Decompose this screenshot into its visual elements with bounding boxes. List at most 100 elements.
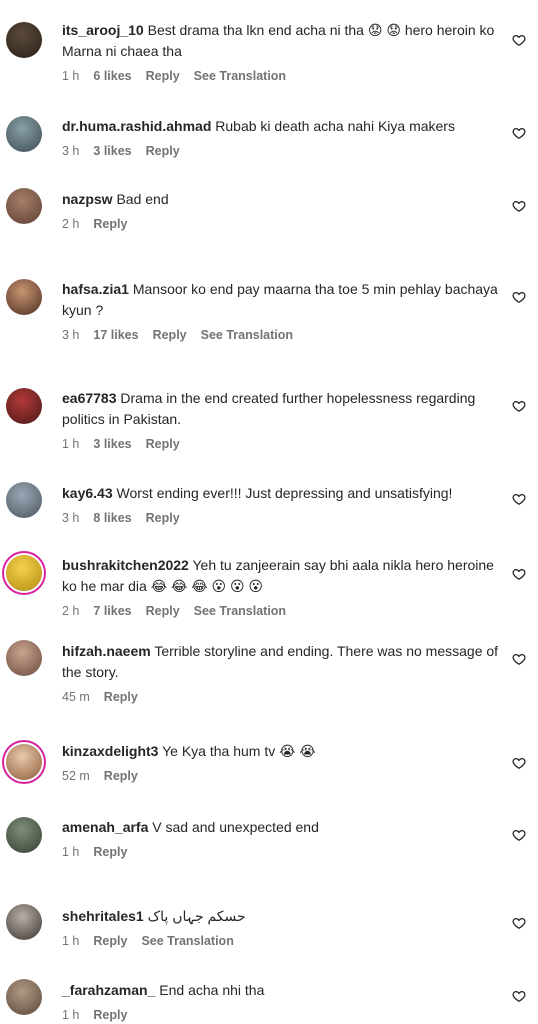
reply-button[interactable]: Reply [153,328,187,342]
comment-text: amenah_arfa V sad and unexpected end [62,817,502,838]
avatar[interactable] [6,979,42,1015]
avatar[interactable] [6,22,42,58]
reply-button[interactable]: Reply [104,690,138,704]
comment-message: Worst ending ever!!! Just depressing and… [116,485,453,501]
heart-icon[interactable] [512,199,526,213]
heart-icon[interactable] [512,290,526,304]
comment-time: 1 h [62,934,80,948]
comment-meta: 1 h Reply See Translation [62,933,502,949]
comment-username[interactable]: nazpsw [62,191,113,207]
comment-message: حسکم جہاں پاک [147,908,246,924]
comment-text: its_arooj_10 Best drama tha lkn end acha… [62,20,502,62]
comment-time: 1 h [62,69,80,83]
comment-username[interactable]: ea67783 [62,390,117,406]
heart-icon[interactable] [512,756,526,770]
avatar[interactable] [6,482,42,518]
comment-username[interactable]: its_arooj_10 [62,22,144,38]
comment-message: Ye Kya tha hum tv 😭 😭 [162,743,316,759]
heart-icon[interactable] [512,916,526,930]
comment-time: 3 h [62,144,80,158]
comment-message: Rubab ki death acha nahi Kiya makers [215,118,455,134]
comment-username[interactable]: dr.huma.rashid.ahmad [62,118,211,134]
heart-icon[interactable] [512,399,526,413]
avatar[interactable] [6,388,42,424]
comment-username[interactable]: _farahzaman_ [62,982,155,998]
see-translation-button[interactable]: See Translation [201,328,293,342]
comments-list: its_arooj_10 Best drama tha lkn end acha… [0,0,538,1024]
comment-time: 45 m [62,690,90,704]
comment-body: hifzah.naeem Terrible storyline and endi… [62,641,502,705]
comment-text: kay6.43 Worst ending ever!!! Just depres… [62,483,502,504]
comment-time: 2 h [62,217,80,231]
comment-body: hafsa.zia1 Mansoor ko end pay maarna tha… [62,279,502,343]
comment-likes[interactable]: 7 likes [93,604,131,618]
avatar[interactable] [6,744,42,780]
reply-button[interactable]: Reply [146,144,180,158]
reply-button[interactable]: Reply [93,217,127,231]
comment-username[interactable]: bushrakitchen2022 [62,557,189,573]
comment-body: _farahzaman_ End acha nhi tha 1 h Reply [62,980,502,1023]
reply-button[interactable]: Reply [146,511,180,525]
heart-icon[interactable] [512,828,526,842]
reply-button[interactable]: Reply [146,604,180,618]
comment-username[interactable]: shehritales1 [62,908,144,924]
comment-message: V sad and unexpected end [152,819,319,835]
heart-icon[interactable] [512,567,526,581]
comment-message: Drama in the end created further hopeles… [62,390,476,427]
comment-body: nazpsw Bad end 2 h Reply [62,189,502,232]
comment-message: Bad end [116,191,169,207]
comment-text: ea67783 Drama in the end created further… [62,388,502,430]
reply-button[interactable]: Reply [146,69,180,83]
comment-time: 1 h [62,1008,80,1022]
see-translation-button[interactable]: See Translation [141,934,233,948]
avatar[interactable] [6,555,42,591]
comment-body: its_arooj_10 Best drama tha lkn end acha… [62,20,502,84]
comment-likes[interactable]: 17 likes [93,328,138,342]
comment-username[interactable]: amenah_arfa [62,819,148,835]
comment-meta: 1 h 6 likes Reply See Translation [62,68,502,84]
heart-icon[interactable] [512,989,526,1003]
avatar[interactable] [6,640,42,676]
see-translation-button[interactable]: See Translation [194,69,286,83]
comment-likes[interactable]: 8 likes [93,511,131,525]
comment-username[interactable]: hafsa.zia1 [62,281,129,297]
comment-body: ea67783 Drama in the end created further… [62,388,502,452]
comment-time: 2 h [62,604,80,618]
comment-body: amenah_arfa V sad and unexpected end 1 h R… [62,817,502,860]
comment-text: _farahzaman_ End acha nhi tha [62,980,502,1001]
comment-likes[interactable]: 3 likes [93,437,131,451]
heart-icon[interactable] [512,652,526,666]
comment-text: dr.huma.rashid.ahmad Rubab ki death acha… [62,116,502,137]
avatar[interactable] [6,116,42,152]
reply-button[interactable]: Reply [146,437,180,451]
comment-username[interactable]: kay6.43 [62,485,113,501]
avatar[interactable] [6,279,42,315]
comment-likes[interactable]: 6 likes [93,69,131,83]
avatar[interactable] [6,904,42,940]
see-translation-button[interactable]: See Translation [194,604,286,618]
comment-text: nazpsw Bad end [62,189,502,210]
avatar[interactable] [6,817,42,853]
comment-time: 52 m [62,769,90,783]
comment-meta: 1 h Reply [62,844,502,860]
reply-button[interactable]: Reply [93,1008,127,1022]
avatar[interactable] [6,188,42,224]
comment-text: shehritales1 حسکم جہاں پاک [62,906,502,927]
heart-icon[interactable] [512,126,526,140]
comment-meta: 52 m Reply [62,768,502,784]
comment-username[interactable]: kinzaxdelight3 [62,743,158,759]
comment-meta: 45 m Reply [62,689,502,705]
reply-button[interactable]: Reply [93,934,127,948]
comment-body: dr.huma.rashid.ahmad Rubab ki death acha… [62,116,502,159]
comment-meta: 2 h 7 likes Reply See Translation [62,603,502,619]
reply-button[interactable]: Reply [93,845,127,859]
reply-button[interactable]: Reply [104,769,138,783]
comment-likes[interactable]: 3 likes [93,144,131,158]
comment-time: 3 h [62,511,80,525]
heart-icon[interactable] [512,33,526,47]
heart-icon[interactable] [512,492,526,506]
comment-username[interactable]: hifzah.naeem [62,643,151,659]
comment-meta: 1 h 3 likes Reply [62,436,502,452]
comment-meta: 3 h 8 likes Reply [62,510,502,526]
comment-body: bushrakitchen2022 Yeh tu zanjeerain say … [62,555,502,619]
